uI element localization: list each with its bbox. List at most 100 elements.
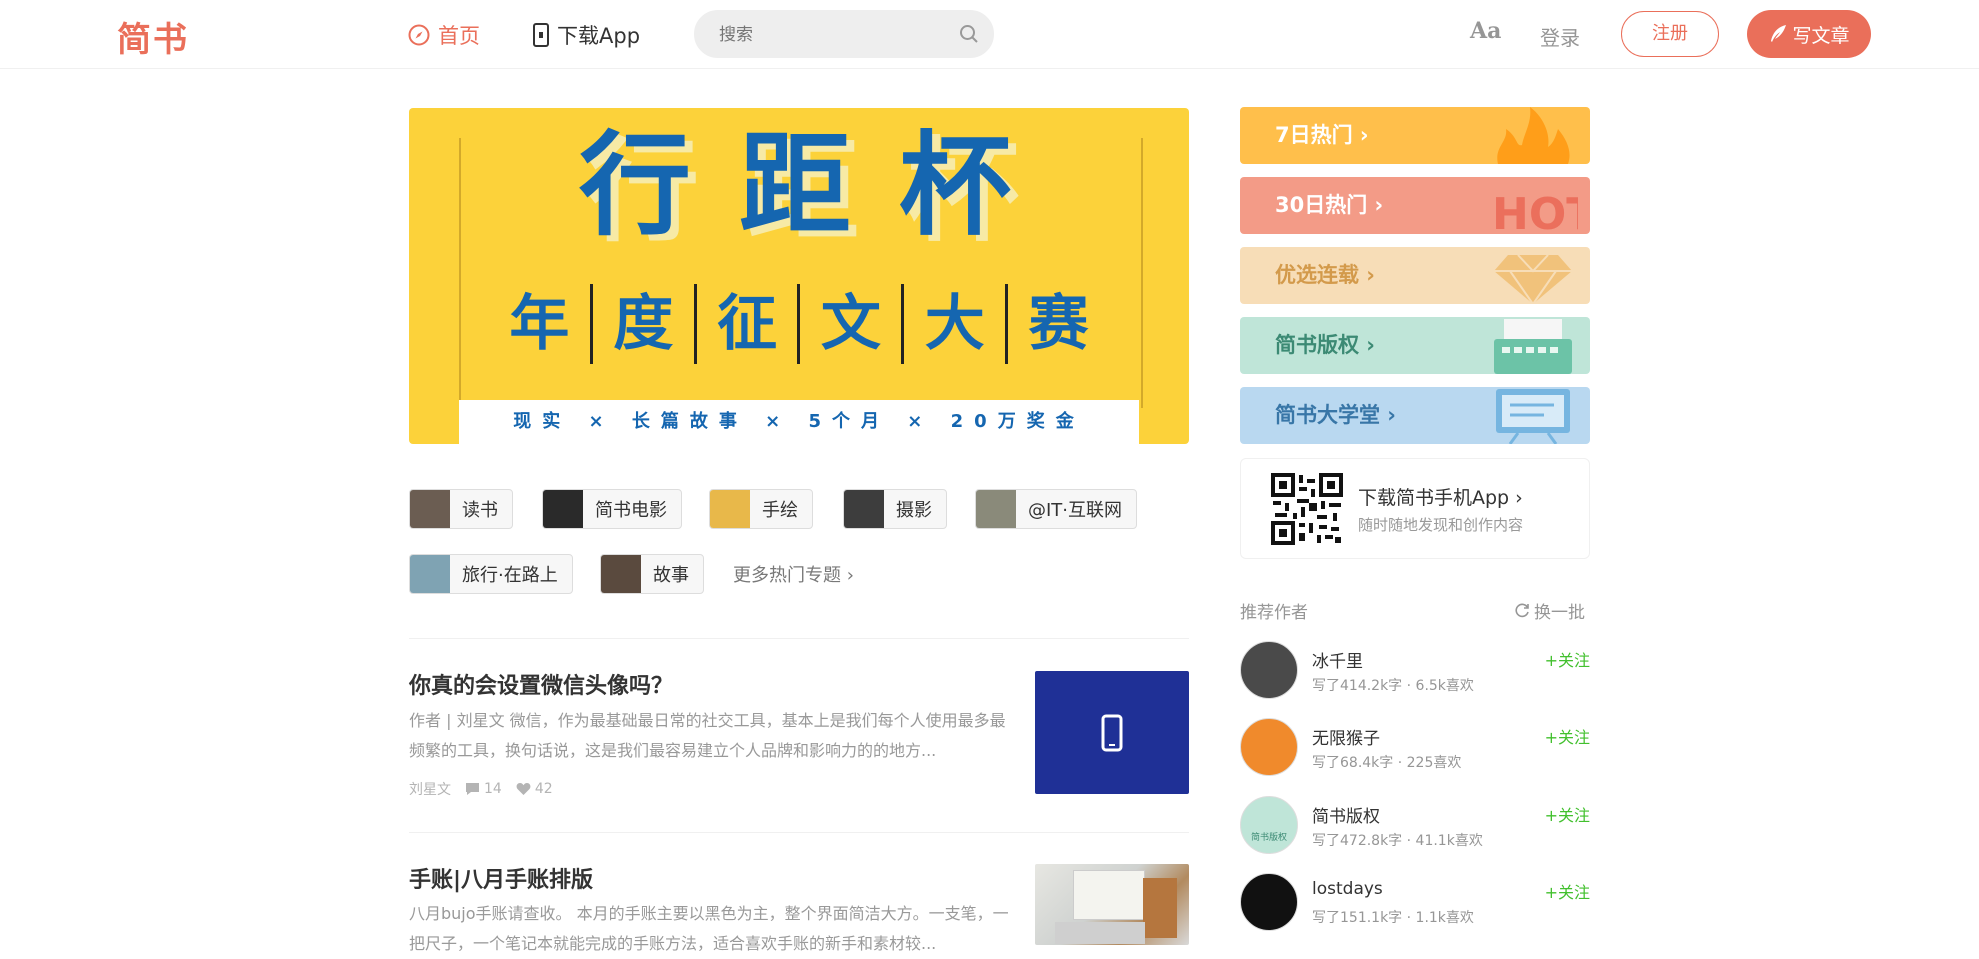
author-stats: 写了472.8k字 · 41.1k喜欢 [1312, 833, 1483, 849]
register-button[interactable]: 注册 [1621, 11, 1719, 57]
board-label: 30日热门 › [1275, 193, 1384, 217]
avatar[interactable]: 简书版权 [1240, 796, 1298, 854]
comment-count[interactable]: 14 [465, 781, 502, 797]
author-item: 无限猴子 写了68.4k字 · 225喜欢 +关注 [1240, 718, 1590, 778]
follow-button[interactable]: +关注 [1545, 879, 1590, 903]
topic-tag[interactable]: 简书电影 [542, 489, 682, 529]
avatar-text: 简书版权 [1250, 832, 1287, 843]
topic-tag[interactable]: 手绘 [709, 489, 813, 529]
search-icon[interactable] [959, 24, 979, 44]
topic-label: 旅行·在路上 [462, 565, 558, 586]
author-stats: 写了68.4k字 · 225喜欢 [1312, 755, 1462, 771]
thumbnail-notebook [1143, 878, 1177, 938]
banner-sub-char: 年 [509, 289, 570, 359]
write-label: 写文章 [1792, 24, 1850, 47]
like-count-value: 42 [534, 781, 553, 797]
board-university[interactable]: 简书大学堂 › [1240, 387, 1590, 444]
site-logo[interactable]: 简书 [117, 12, 189, 61]
quill-icon [1771, 25, 1787, 42]
author-item: lostdays 写了151.1k字 · 1.1k喜欢 +关注 [1240, 873, 1590, 933]
article-abstract: 八月bujo手账请查收。 本月的手账主要以黑色为主，整个界面简洁大方。一支笔，一… [409, 904, 1009, 953]
recommend-authors-title: 推荐作者 [1240, 603, 1308, 623]
topic-thumbnail [410, 555, 450, 593]
heart-icon [516, 783, 531, 795]
search-input[interactable] [695, 11, 951, 59]
refresh-label: 换一批 [1534, 603, 1585, 623]
article-thumbnail[interactable] [1035, 671, 1189, 794]
banner-carousel[interactable]: 行距杯 年 度 征 文 大 赛 现实 × 长篇故事 × 5个月 × 20万奖金 [409, 108, 1189, 444]
article-title[interactable]: 你真的会设置微信头像吗？ [409, 668, 673, 700]
topic-thumbnail [710, 490, 750, 528]
nav-download-app[interactable]: 下载App [533, 20, 640, 50]
comment-count-value: 14 [484, 781, 502, 797]
nav-app-label: 下载App [557, 24, 641, 48]
follow-button[interactable]: +关注 [1545, 647, 1590, 671]
write-article-button[interactable]: 写文章 [1747, 10, 1871, 58]
banner-title: 行距杯 [579, 121, 1059, 251]
board-serial[interactable]: 优选连载 › [1240, 247, 1590, 304]
refresh-icon [1515, 603, 1529, 618]
comment-icon [466, 783, 479, 795]
banner-sub-char: 征 [693, 284, 798, 364]
compass-icon [408, 24, 430, 46]
font-toggle-button[interactable]: Aa [1470, 18, 1501, 44]
author-name[interactable]: 冰千里 [1312, 647, 1363, 672]
article-title[interactable]: 手账|八月手账排版 [409, 862, 593, 894]
board-icon [1496, 389, 1570, 444]
banner-sub-char: 赛 [1005, 284, 1109, 364]
author-stats: 写了414.2k字 · 6.5k喜欢 [1312, 678, 1474, 694]
thumbnail-laptop [1055, 922, 1145, 944]
nav-home-label: 首页 [438, 24, 480, 48]
avatar[interactable] [1240, 873, 1298, 931]
article-meta: 刘星文 14 42 [409, 779, 553, 799]
phone-icon [533, 23, 549, 47]
top-navbar: 简书 首页 下载App Aa 登录 注册 写文章 [0, 0, 1979, 69]
article-thumbnail[interactable] [1035, 864, 1189, 945]
board-label: 优选连载 › [1275, 263, 1375, 287]
author-stats: 写了151.1k字 · 1.1k喜欢 [1312, 910, 1474, 926]
banner-sub-char: 度 [589, 284, 694, 364]
banner-sub-char: 大 [901, 284, 1005, 364]
avatar[interactable] [1240, 641, 1298, 699]
download-app-title: 下载简书手机App › [1358, 483, 1523, 510]
avatar[interactable] [1240, 718, 1298, 776]
more-topics-link[interactable]: 更多热门专题 › [733, 561, 854, 587]
download-app-card[interactable]: 下载简书手机App › 随时随地发现和创作内容 [1240, 458, 1590, 559]
article-author[interactable]: 刘星文 [409, 779, 451, 799]
more-topics-label: 更多热门专题 [733, 565, 841, 586]
banner-strip: 现实 × 长篇故事 × 5个月 × 20万奖金 [459, 400, 1139, 444]
topic-tag[interactable]: @IT·互联网 [975, 489, 1138, 529]
board-30day-hot[interactable]: 30日热门 › HOT [1240, 177, 1590, 234]
search-box [694, 10, 994, 59]
topic-tag[interactable]: 读书 [409, 489, 513, 529]
topic-tag[interactable]: 旅行·在路上 [409, 554, 573, 594]
topic-label: 摄影 [896, 500, 932, 521]
author-name[interactable]: 无限猴子 [1312, 724, 1380, 749]
follow-button[interactable]: +关注 [1545, 802, 1590, 826]
author-name[interactable]: lostdays [1312, 879, 1383, 899]
fire-icon [1497, 107, 1570, 164]
refresh-authors-button[interactable]: 换一批 [1515, 598, 1585, 623]
topic-thumbnail [543, 490, 583, 528]
nav-home[interactable]: 首页 [408, 20, 480, 50]
topic-label: @IT·互联网 [1028, 500, 1123, 521]
qr-code-icon [1271, 473, 1343, 545]
follow-button[interactable]: +关注 [1545, 724, 1590, 748]
typewriter-icon [1494, 319, 1572, 374]
hot-icon: HOT [1492, 189, 1578, 234]
author-item: 冰千里 写了414.2k字 · 6.5k喜欢 +关注 [1240, 641, 1590, 701]
topic-label: 简书电影 [595, 500, 667, 521]
divider [409, 638, 1189, 639]
board-copyright[interactable]: 简书版权 › [1240, 317, 1590, 374]
login-link[interactable]: 登录 [1540, 22, 1580, 51]
author-name[interactable]: 简书版权 [1312, 802, 1380, 827]
topic-tag[interactable]: 故事 [600, 554, 704, 594]
topic-tag[interactable]: 摄影 [843, 489, 947, 529]
phone-icon [1101, 714, 1123, 751]
author-item: 简书版权 简书版权 写了472.8k字 · 41.1k喜欢 +关注 [1240, 796, 1590, 856]
banner-sub-char: 文 [797, 284, 901, 364]
topic-thumbnail [601, 555, 641, 593]
topic-label: 手绘 [762, 500, 798, 521]
board-7day-hot[interactable]: 7日热门 › [1240, 107, 1590, 164]
board-label: 简书版权 › [1275, 333, 1375, 357]
